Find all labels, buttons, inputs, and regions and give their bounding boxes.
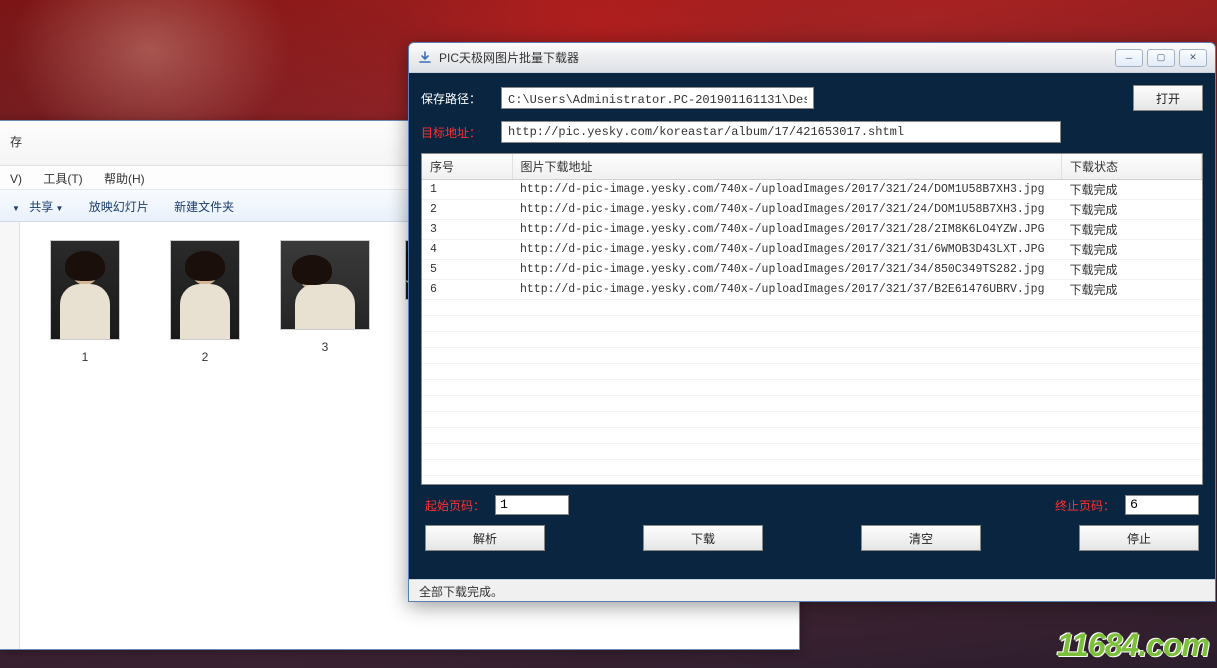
cell-idx: 3 xyxy=(422,220,512,240)
watermark: 11684.com xyxy=(1057,627,1209,664)
download-button[interactable]: 下载 xyxy=(643,525,763,551)
explorer-sidebar xyxy=(0,222,20,649)
download-grid[interactable]: 序号 图片下载地址 下载状态 1http://d-pic-image.yesky… xyxy=(421,153,1203,485)
table-row-empty xyxy=(422,332,1202,348)
cell-status: 下载完成 xyxy=(1062,180,1202,200)
explorer-header-label: 存 xyxy=(10,135,22,149)
action-buttons: 解析 下载 清空 停止 xyxy=(421,525,1203,557)
thumb-label: 1 xyxy=(40,350,130,364)
cell-idx: 2 xyxy=(422,200,512,220)
table-row-empty xyxy=(422,364,1202,380)
cell-idx: 1 xyxy=(422,180,512,200)
save-path-input[interactable] xyxy=(501,87,814,109)
page-row: 起始页码： 终止页码： xyxy=(421,485,1203,525)
open-button[interactable]: 打开 xyxy=(1133,85,1203,111)
page-end-input[interactable] xyxy=(1125,495,1199,515)
table-row-empty xyxy=(422,476,1202,486)
page-start-input[interactable] xyxy=(495,495,569,515)
toolbar-slideshow[interactable]: 放映幻灯片 xyxy=(89,200,149,214)
col-url[interactable]: 图片下载地址 xyxy=(512,154,1062,180)
titlebar[interactable]: PIC天极网图片批量下载器 ─ ▢ ✕ xyxy=(409,43,1215,73)
table-row[interactable]: 2http://d-pic-image.yesky.com/740x-/uplo… xyxy=(422,200,1202,220)
thumb-image-3 xyxy=(280,240,370,330)
table-row-empty xyxy=(422,428,1202,444)
table-row-empty xyxy=(422,412,1202,428)
status-text: 全部下载完成。 xyxy=(419,585,503,599)
cell-idx: 6 xyxy=(422,280,512,300)
parse-button[interactable]: 解析 xyxy=(425,525,545,551)
maximize-button[interactable]: ▢ xyxy=(1147,49,1175,67)
table-row-empty xyxy=(422,348,1202,364)
table-row-empty xyxy=(422,444,1202,460)
close-button[interactable]: ✕ xyxy=(1179,49,1207,67)
stop-button[interactable]: 停止 xyxy=(1079,525,1199,551)
table-row[interactable]: 1http://d-pic-image.yesky.com/740x-/uplo… xyxy=(422,180,1202,200)
menu-view[interactable]: V) xyxy=(10,172,22,186)
menu-help[interactable]: 帮助(H) xyxy=(104,172,145,186)
cell-url: http://d-pic-image.yesky.com/740x-/uploa… xyxy=(512,260,1062,280)
grid-header-row: 序号 图片下载地址 下载状态 xyxy=(422,154,1202,180)
save-path-row: 保存路径： 打开 xyxy=(421,85,1203,111)
target-url-label: 目标地址： xyxy=(421,124,491,141)
thumb-label: 2 xyxy=(160,350,250,364)
table-row[interactable]: 3http://d-pic-image.yesky.com/740x-/uplo… xyxy=(422,220,1202,240)
table-row-empty xyxy=(422,396,1202,412)
cell-url: http://d-pic-image.yesky.com/740x-/uploa… xyxy=(512,200,1062,220)
cell-url: http://d-pic-image.yesky.com/740x-/uploa… xyxy=(512,220,1062,240)
thumb-label: 3 xyxy=(280,340,370,354)
cell-status: 下载完成 xyxy=(1062,200,1202,220)
thumb-2[interactable]: 2 xyxy=(160,240,250,364)
page-start-label: 起始页码： xyxy=(425,497,485,514)
minimize-button[interactable]: ─ xyxy=(1115,49,1143,67)
target-url-input[interactable] xyxy=(501,121,1061,143)
cell-status: 下载完成 xyxy=(1062,260,1202,280)
table-row-empty xyxy=(422,300,1202,316)
table-row-empty xyxy=(422,460,1202,476)
toolbar-newfolder[interactable]: 新建文件夹 xyxy=(174,200,234,214)
table-row-empty xyxy=(422,316,1202,332)
app-window: PIC天极网图片批量下载器 ─ ▢ ✕ 保存路径： 打开 目标地址： 序号 图片… xyxy=(408,42,1216,602)
cell-url: http://d-pic-image.yesky.com/740x-/uploa… xyxy=(512,280,1062,300)
table-row[interactable]: 5http://d-pic-image.yesky.com/740x-/uplo… xyxy=(422,260,1202,280)
col-index[interactable]: 序号 xyxy=(422,154,512,180)
cell-idx: 5 xyxy=(422,260,512,280)
cell-status: 下载完成 xyxy=(1062,220,1202,240)
thumb-image-1 xyxy=(50,240,120,340)
cell-url: http://d-pic-image.yesky.com/740x-/uploa… xyxy=(512,240,1062,260)
table-row[interactable]: 6http://d-pic-image.yesky.com/740x-/uplo… xyxy=(422,280,1202,300)
toolbar-share[interactable]: 共享 xyxy=(29,200,63,214)
clear-button[interactable]: 清空 xyxy=(861,525,981,551)
thumb-image-2 xyxy=(170,240,240,340)
cell-url: http://d-pic-image.yesky.com/740x-/uploa… xyxy=(512,180,1062,200)
target-url-row: 目标地址： xyxy=(421,121,1203,143)
menu-tools[interactable]: 工具(T) xyxy=(43,172,82,186)
table-row[interactable]: 4http://d-pic-image.yesky.com/740x-/uplo… xyxy=(422,240,1202,260)
col-status[interactable]: 下载状态 xyxy=(1062,154,1202,180)
save-path-label: 保存路径： xyxy=(421,90,491,107)
statusbar: 全部下载完成。 xyxy=(409,579,1215,601)
app-body: 保存路径： 打开 目标地址： 序号 图片下载地址 下载状态 1http://d-… xyxy=(409,73,1215,579)
cell-status: 下载完成 xyxy=(1062,280,1202,300)
cell-status: 下载完成 xyxy=(1062,240,1202,260)
thumb-1[interactable]: 1 xyxy=(40,240,130,364)
table-row-empty xyxy=(422,380,1202,396)
cell-idx: 4 xyxy=(422,240,512,260)
app-title: PIC天极网图片批量下载器 xyxy=(439,49,1115,66)
page-end-label: 终止页码： xyxy=(1055,497,1115,514)
toolbar-organize-dd[interactable] xyxy=(12,200,20,214)
download-icon xyxy=(417,50,433,66)
thumb-3[interactable]: 3 xyxy=(280,240,370,354)
